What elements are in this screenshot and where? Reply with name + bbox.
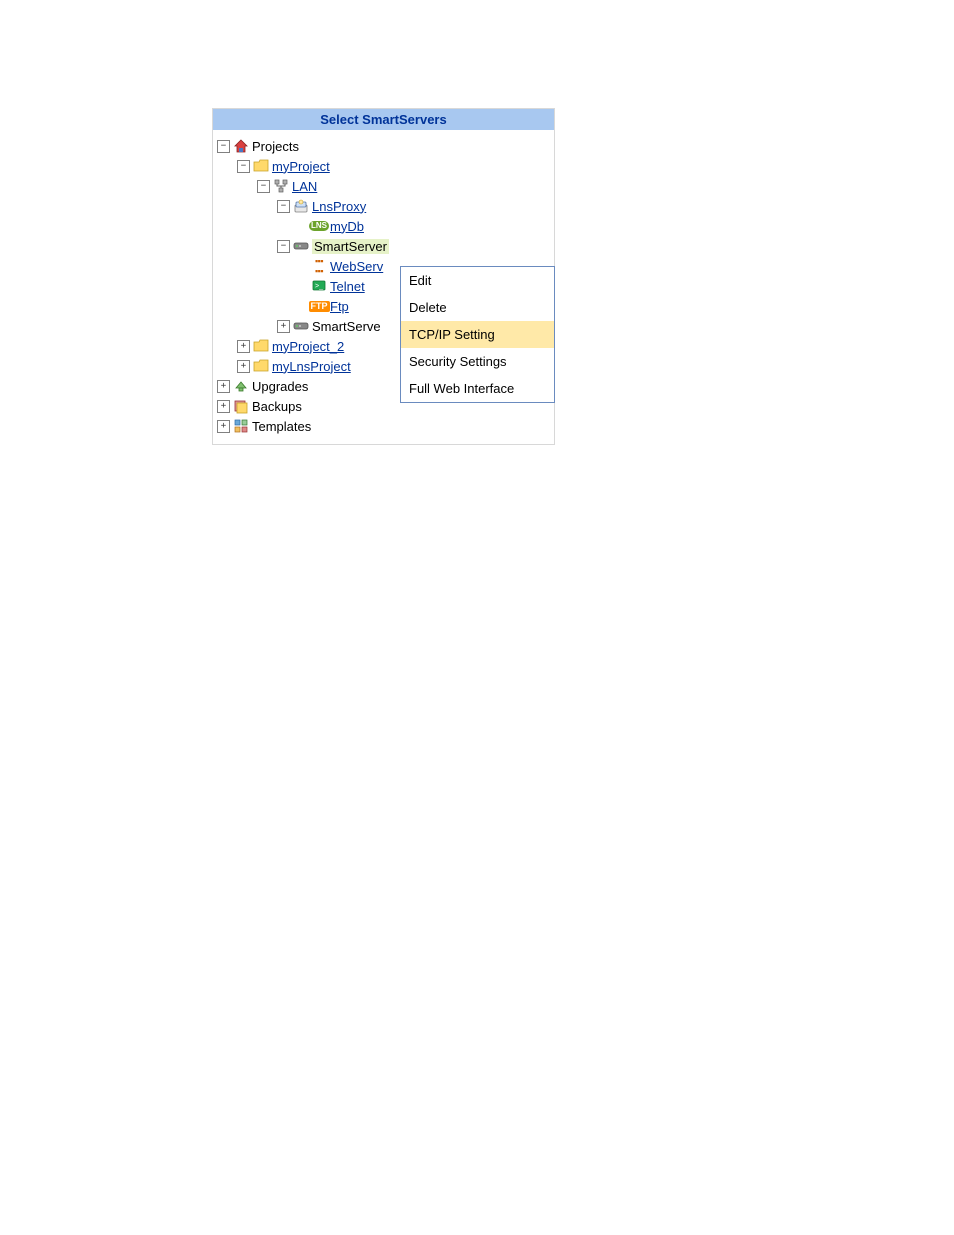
tree-label[interactable]: Projects xyxy=(252,139,299,154)
collapse-icon[interactable]: − xyxy=(217,140,230,153)
tree-node-lnsproxy[interactable]: − LnsProxy xyxy=(217,196,550,216)
database-icon: LNS xyxy=(311,218,327,234)
folder-icon xyxy=(253,158,269,174)
tree-label[interactable]: SmartServer xyxy=(312,239,389,254)
terminal-icon: >_ xyxy=(311,278,327,294)
tree-label[interactable]: Backups xyxy=(252,399,302,414)
web-icon: ▪▪▪▪▪▪ xyxy=(311,258,327,274)
menu-item-fullweb[interactable]: Full Web Interface xyxy=(401,375,554,402)
tree-label[interactable]: Ftp xyxy=(330,299,349,314)
svg-text:>_: >_ xyxy=(315,283,323,290)
tree-node-templates[interactable]: + Templates xyxy=(217,416,550,436)
context-menu: Edit Delete TCP/IP Setting Security Sett… xyxy=(400,266,555,403)
tree-label[interactable]: myDb xyxy=(330,219,364,234)
tree-node-myproject[interactable]: − myProject xyxy=(217,156,550,176)
folder-icon xyxy=(253,358,269,374)
device-icon xyxy=(293,238,309,254)
network-icon xyxy=(273,178,289,194)
expand-icon[interactable]: + xyxy=(277,320,290,333)
upgrade-icon xyxy=(233,378,249,394)
tree-node-projects[interactable]: − Projects xyxy=(217,136,550,156)
tree-label[interactable]: LnsProxy xyxy=(312,199,366,214)
collapse-icon[interactable]: − xyxy=(277,240,290,253)
template-icon xyxy=(233,418,249,434)
device-icon xyxy=(293,318,309,334)
tree-label[interactable]: myProject_2 xyxy=(272,339,344,354)
menu-item-security[interactable]: Security Settings xyxy=(401,348,554,375)
tree-label[interactable]: myProject xyxy=(272,159,330,174)
menu-item-delete[interactable]: Delete xyxy=(401,294,554,321)
home-icon xyxy=(233,138,249,154)
expand-icon[interactable]: + xyxy=(237,360,250,373)
tree-view: − Projects − myProject − LAN xyxy=(213,130,554,444)
expand-icon[interactable]: + xyxy=(217,380,230,393)
collapse-icon[interactable]: − xyxy=(257,180,270,193)
ftp-icon: FTP xyxy=(311,298,327,314)
server-icon xyxy=(293,198,309,214)
tree-label[interactable]: LAN xyxy=(292,179,317,194)
smartserver-panel: Select SmartServers − Projects − myProje… xyxy=(212,108,555,445)
expand-icon[interactable]: + xyxy=(217,400,230,413)
tree-node-mydb[interactable]: LNS myDb xyxy=(217,216,550,236)
tree-label[interactable]: myLnsProject xyxy=(272,359,351,374)
tree-label[interactable]: Upgrades xyxy=(252,379,308,394)
panel-title: Select SmartServers xyxy=(213,109,554,130)
collapse-icon[interactable]: − xyxy=(237,160,250,173)
backup-icon xyxy=(233,398,249,414)
expand-icon[interactable]: + xyxy=(237,340,250,353)
tree-label[interactable]: Telnet xyxy=(330,279,365,294)
expand-icon[interactable]: + xyxy=(217,420,230,433)
menu-item-edit[interactable]: Edit xyxy=(401,267,554,294)
collapse-icon[interactable]: − xyxy=(277,200,290,213)
tree-label[interactable]: Templates xyxy=(252,419,311,434)
tree-node-smartserver[interactable]: − SmartServer xyxy=(217,236,550,256)
tree-node-lan[interactable]: − LAN xyxy=(217,176,550,196)
folder-icon xyxy=(253,338,269,354)
menu-item-tcpip[interactable]: TCP/IP Setting xyxy=(401,321,554,348)
tree-label[interactable]: WebServ xyxy=(330,259,383,274)
tree-label[interactable]: SmartServe xyxy=(312,319,381,334)
